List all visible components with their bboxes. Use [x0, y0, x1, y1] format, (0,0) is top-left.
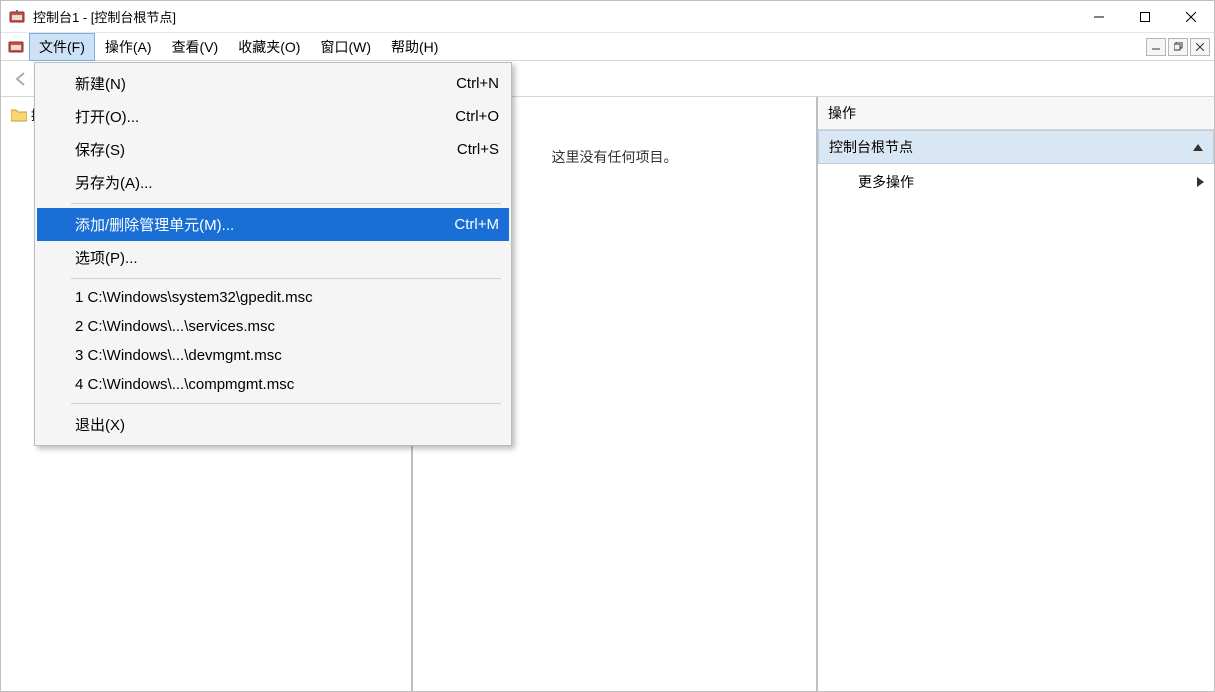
actions-section[interactable]: 控制台根节点 — [818, 130, 1214, 164]
menu-action[interactable]: 操作(A) — [95, 33, 162, 61]
file-menu-saveas[interactable]: 另存为(A)... — [37, 166, 509, 199]
menu-item-label: 1 C:\Windows\system32\gpedit.msc — [75, 289, 313, 306]
maximize-button[interactable] — [1122, 1, 1168, 33]
submenu-arrow-icon — [1197, 177, 1204, 187]
mdi-minimize-button[interactable] — [1146, 38, 1166, 56]
menu-item-shortcut: Ctrl+S — [457, 141, 499, 158]
menu-item-shortcut: Ctrl+N — [456, 75, 499, 92]
actions-more-label: 更多操作 — [858, 172, 914, 192]
mmc-window: 控制台1 - [控制台根节点] 文件(F) 操作(A) 查看(V) 收藏夹(O)… — [0, 0, 1215, 692]
file-menu-recent-3[interactable]: 3 C:\Windows\...\devmgmt.msc — [37, 341, 509, 370]
mdi-close-button[interactable] — [1190, 38, 1210, 56]
actions-more[interactable]: 更多操作 — [818, 164, 1214, 200]
actions-pane: 操作 控制台根节点 更多操作 — [818, 97, 1214, 691]
menu-separator — [71, 403, 501, 404]
window-controls — [1076, 1, 1214, 33]
mdi-controls — [1146, 38, 1214, 56]
file-menu-recent-4[interactable]: 4 C:\Windows\...\compmgmt.msc — [37, 370, 509, 399]
actions-section-label: 控制台根节点 — [829, 137, 913, 157]
file-menu-new[interactable]: 新建(N) Ctrl+N — [37, 67, 509, 100]
file-menu-options[interactable]: 选项(P)... — [37, 241, 509, 274]
menu-item-label: 添加/删除管理单元(M)... — [75, 214, 234, 235]
menu-separator — [71, 278, 501, 279]
close-button[interactable] — [1168, 1, 1214, 33]
window-title: 控制台1 - [控制台根节点] — [33, 7, 1076, 26]
menu-file[interactable]: 文件(F) — [29, 33, 95, 61]
file-menu-recent-1[interactable]: 1 C:\Windows\system32\gpedit.msc — [37, 283, 509, 312]
file-menu-recent-2[interactable]: 2 C:\Windows\...\services.msc — [37, 312, 509, 341]
mdi-doc-icon — [7, 38, 25, 56]
menu-item-label: 4 C:\Windows\...\compmgmt.msc — [75, 376, 294, 393]
menu-separator — [71, 203, 501, 204]
collapse-arrow-icon — [1193, 144, 1203, 151]
file-menu-dropdown: 新建(N) Ctrl+N 打开(O)... Ctrl+O 保存(S) Ctrl+… — [34, 62, 512, 446]
menu-item-label: 选项(P)... — [75, 247, 138, 268]
file-menu-exit[interactable]: 退出(X) — [37, 408, 509, 441]
app-icon — [9, 9, 25, 25]
file-menu-addremove-snapin[interactable]: 添加/删除管理单元(M)... Ctrl+M — [37, 208, 509, 241]
menu-item-label: 退出(X) — [75, 414, 125, 435]
menu-item-shortcut: Ctrl+O — [455, 108, 499, 125]
menu-help[interactable]: 帮助(H) — [381, 33, 448, 61]
menu-favorites[interactable]: 收藏夹(O) — [228, 33, 310, 61]
back-button[interactable] — [7, 65, 35, 93]
menu-item-shortcut: Ctrl+M — [454, 216, 499, 233]
file-menu-save[interactable]: 保存(S) Ctrl+S — [37, 133, 509, 166]
empty-list-text: 这里没有任何项目。 — [552, 147, 678, 167]
menu-item-label: 2 C:\Windows\...\services.msc — [75, 318, 275, 335]
actions-header: 操作 — [818, 97, 1214, 130]
menu-item-label: 新建(N) — [75, 73, 126, 94]
menu-item-label: 保存(S) — [75, 139, 125, 160]
folder-icon — [11, 108, 27, 122]
menu-view[interactable]: 查看(V) — [162, 33, 229, 61]
menu-item-label: 另存为(A)... — [75, 172, 153, 193]
menu-window[interactable]: 窗口(W) — [310, 33, 381, 61]
minimize-button[interactable] — [1076, 1, 1122, 33]
file-menu-open[interactable]: 打开(O)... Ctrl+O — [37, 100, 509, 133]
titlebar: 控制台1 - [控制台根节点] — [1, 1, 1214, 33]
menu-item-label: 打开(O)... — [75, 106, 139, 127]
menu-item-label: 3 C:\Windows\...\devmgmt.msc — [75, 347, 282, 364]
menubar: 文件(F) 操作(A) 查看(V) 收藏夹(O) 窗口(W) 帮助(H) — [1, 33, 1214, 61]
mdi-restore-button[interactable] — [1168, 38, 1188, 56]
